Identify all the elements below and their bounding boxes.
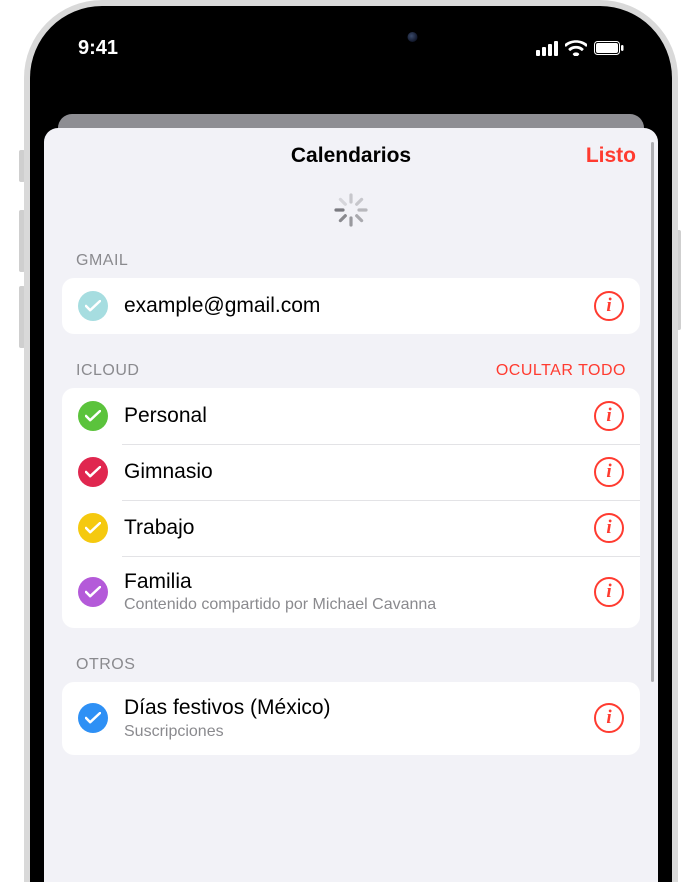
calendar-title: Trabajo <box>124 515 594 541</box>
section-header-icloud: iCloud Ocultar todo <box>44 362 658 388</box>
checkmark-icon[interactable] <box>78 703 108 733</box>
status-time: 9:41 <box>78 37 118 60</box>
scroll-indicator[interactable] <box>651 142 654 682</box>
cellular-signal-icon <box>536 41 558 56</box>
row-text: Personal <box>124 403 594 429</box>
info-button[interactable]: i <box>594 703 624 733</box>
section-label: Gmail <box>76 252 128 270</box>
checkmark-icon[interactable] <box>78 457 108 487</box>
section-header-gmail: Gmail <box>44 252 658 278</box>
calendar-row-trabajo[interactable]: Trabajo i <box>62 500 640 556</box>
info-button[interactable]: i <box>594 457 624 487</box>
row-text: Gimnasio <box>124 459 594 485</box>
calendar-title: Familia <box>124 569 594 595</box>
checkmark-icon[interactable] <box>78 291 108 321</box>
phone-bezel: 9:41 Calendarios <box>30 6 672 882</box>
checkmark-icon[interactable] <box>78 513 108 543</box>
checkmark-icon[interactable] <box>78 577 108 607</box>
battery-icon <box>594 41 624 55</box>
loading-spinner-icon <box>44 192 658 228</box>
notch <box>239 20 464 54</box>
calendar-row-gimnasio[interactable]: Gimnasio i <box>62 444 640 500</box>
done-button[interactable]: Listo <box>586 144 636 168</box>
calendar-title: example@gmail.com <box>124 293 594 319</box>
calendar-row-holidays[interactable]: Días festivos (México) Suscripciones i <box>62 682 640 754</box>
row-text: Trabajo <box>124 515 594 541</box>
calendar-subtitle: Suscripciones <box>124 722 594 742</box>
info-button[interactable]: i <box>594 401 624 431</box>
section-label: Otros <box>76 656 135 674</box>
calendar-title: Gimnasio <box>124 459 594 485</box>
info-button[interactable]: i <box>594 577 624 607</box>
checkmark-icon[interactable] <box>78 401 108 431</box>
calendar-title: Días festivos (México) <box>124 695 594 721</box>
group-otros: Días festivos (México) Suscripciones i <box>62 682 640 754</box>
phone-frame: 9:41 Calendarios <box>24 0 678 882</box>
section-label: iCloud <box>76 362 139 380</box>
calendar-subtitle: Contenido compartido por Michael Cavanna <box>124 595 594 615</box>
group-icloud: Personal i Gimnasio i <box>62 388 640 628</box>
wifi-icon <box>565 40 587 56</box>
row-text: Días festivos (México) Suscripciones <box>124 695 594 741</box>
calendar-row-familia[interactable]: Familia Contenido compartido por Michael… <box>62 556 640 628</box>
hide-all-button[interactable]: Ocultar todo <box>496 362 626 380</box>
calendar-title: Personal <box>124 403 594 429</box>
info-button[interactable]: i <box>594 513 624 543</box>
group-gmail: example@gmail.com i <box>62 278 640 334</box>
status-indicators <box>536 40 624 56</box>
front-camera-icon <box>408 32 418 42</box>
sheet-header: Calendarios Listo <box>44 128 658 184</box>
section-header-otros: Otros <box>44 656 658 682</box>
calendar-row-personal[interactable]: Personal i <box>62 388 640 444</box>
screen: 9:41 Calendarios <box>44 20 658 882</box>
calendar-row-gmail-0[interactable]: example@gmail.com i <box>62 278 640 334</box>
sheet-title: Calendarios <box>291 144 411 168</box>
row-text: example@gmail.com <box>124 293 594 319</box>
calendars-sheet: Calendarios Listo <box>44 128 658 882</box>
row-text: Familia Contenido compartido por Michael… <box>124 569 594 615</box>
info-button[interactable]: i <box>594 291 624 321</box>
